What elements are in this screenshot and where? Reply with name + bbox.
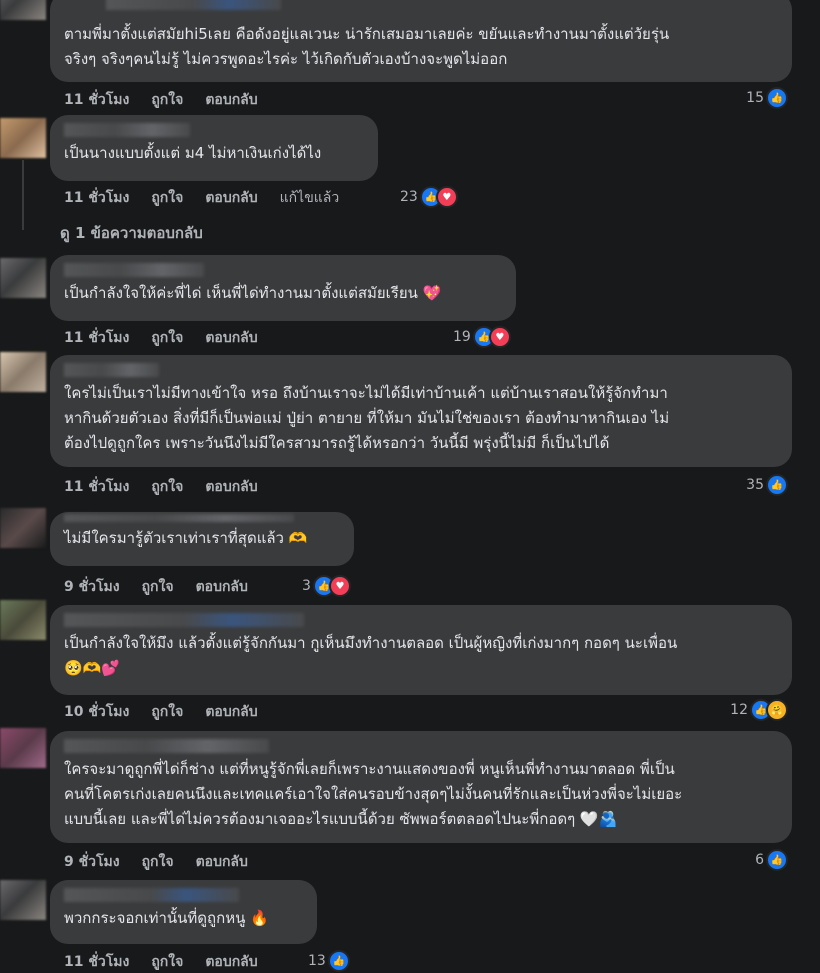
commenter-name-blurred[interactable] [64,888,239,902]
comment-text: เป็นกำลังใจให้ค่ะพี่ได่ เห็นพี่ได่ทำงานม… [64,284,442,302]
reply-button[interactable]: ตอบกลับ [205,951,257,973]
reaction-count[interactable]: 23 👍 ♥ [400,186,458,208]
comment-text: พวกกระจอกเท่านั้นที่ดูถูกหนู 🔥 [64,909,269,927]
reaction-count[interactable]: 6 👍 [755,849,788,871]
reaction-number: 13 [308,953,326,969]
reply-button[interactable]: ตอบกลับ [196,851,248,873]
comment-actions: 11 ชั่วโมง ถูกใจ ตอบกลับ [64,951,258,973]
comment-bubble: พวกกระจอกเท่านั้นที่ดูถูกหนู 🔥 [50,880,317,944]
reply-button[interactable]: ตอบกลับ [196,576,248,598]
comment-bubble: เป็นกำลังใจให้มึง แล้วตั้งแต่รู้จักกันมา… [50,605,792,695]
comment-time[interactable]: 11 ชั่วโมง [64,327,129,349]
reaction-number: 12 [730,702,748,718]
reaction-number: 35 [746,477,764,493]
love-reaction-icon: ♥ [435,186,458,208]
avatar[interactable] [0,508,46,548]
reaction-count[interactable]: 3 👍 ♥ [302,575,351,597]
comment-text: เป็นกำลังใจให้มึง แล้วตั้งแต่รู้จักกันมา… [64,634,678,677]
avatar[interactable] [0,352,46,392]
reply-button[interactable]: ตอบกลับ [205,89,257,111]
comment-bubble: เป็นกำลังใจให้ค่ะพี่ได่ เห็นพี่ได่ทำงานม… [50,255,516,321]
reaction-number: 3 [302,578,311,594]
comment-bubble: ตามพี่มาตั้งแต่สมัยhi5เลย คือดังอยู่แลเว… [50,0,792,82]
comment-time[interactable]: 9 ชั่วโมง [64,851,120,873]
like-button[interactable]: ถูกใจ [151,89,183,111]
comment-time[interactable]: 11 ชั่วโมง [64,476,129,498]
comment-text: ตามพี่มาตั้งแต่สมัยhi5เลย คือดังอยู่แลเว… [64,25,670,68]
commenter-name-blurred[interactable] [64,739,269,753]
commenter-name-blurred[interactable] [64,514,294,522]
comment-actions: 11 ชั่วโมง ถูกใจ ตอบกลับ [64,89,258,111]
like-button[interactable]: ถูกใจ [151,187,183,209]
like-button[interactable]: ถูกใจ [151,476,183,498]
comment-text: ใครไม่เป็นเราไม่มีทางเข้าใจ หรอ ถึงบ้านเ… [64,384,670,452]
commenter-name-blurred[interactable] [106,0,281,10]
avatar[interactable] [0,880,46,920]
reaction-count[interactable]: 35 👍 [746,474,788,496]
reaction-count[interactable]: 13 👍 [308,950,350,972]
avatar[interactable] [0,258,46,298]
comment-time[interactable]: 10 ชั่วโมง [64,701,129,723]
comment-bubble: ไม่มีใครมารู้ตัวเราเท่าเราที่สุดแล้ว 🫶 [50,512,354,566]
edited-label: แก้ไขแล้ว [279,190,340,206]
comment-text: เป็นนางแบบตั้งแต่ ม4 ไม่หาเงินเก่งได้ไง [64,144,322,162]
comment-actions: 10 ชั่วโมง ถูกใจ ตอบกลับ [64,701,258,723]
like-button[interactable]: ถูกใจ [142,851,174,873]
thread-line [22,160,24,230]
like-reaction-icon: 👍 [766,849,788,871]
reply-button[interactable]: ตอบกลับ [205,476,257,498]
like-button[interactable]: ถูกใจ [151,951,183,973]
commenter-name-blurred[interactable] [64,263,204,277]
reaction-number: 6 [755,852,764,868]
reaction-count[interactable]: 19 👍 ♥ [453,326,511,348]
like-button[interactable]: ถูกใจ [151,327,183,349]
avatar[interactable] [0,600,46,640]
reaction-number: 19 [453,329,471,345]
reaction-number: 23 [400,189,418,205]
reply-button[interactable]: ตอบกลับ [205,187,257,209]
comment-text: ใครจะมาดูถูกพี่ได่ก็ช่าง แต่ที่หนูรู้จัก… [64,760,683,828]
comment-time[interactable]: 11 ชั่วโมง [64,951,129,973]
reply-button[interactable]: ตอบกลับ [205,327,257,349]
like-reaction-icon: 👍 [766,474,788,496]
reaction-number: 15 [746,90,764,106]
commenter-name-blurred[interactable] [64,123,190,137]
comment-time[interactable]: 9 ชั่วโมง [64,576,120,598]
like-reaction-icon: 👍 [327,950,350,972]
reaction-count[interactable]: 15 👍 [746,87,788,109]
comment-actions: 11 ชั่วโมง ถูกใจ ตอบกลับ แก้ไขแล้ว [64,187,339,209]
reaction-count[interactable]: 12 👍 🤗 [730,699,788,721]
love-reaction-icon: ♥ [488,326,511,348]
comment-actions: 11 ชั่วโมง ถูกใจ ตอบกลับ [64,476,258,498]
comment-bubble: เป็นนางแบบตั้งแต่ ม4 ไม่หาเงินเก่งได้ไง [50,115,378,181]
like-reaction-icon: 👍 [766,87,788,109]
comment-time[interactable]: 11 ชั่วโมง [64,89,129,111]
comment-bubble: ใครจะมาดูถูกพี่ได่ก็ช่าง แต่ที่หนูรู้จัก… [50,731,792,843]
avatar[interactable] [0,728,46,768]
care-reaction-icon: 🤗 [766,699,788,721]
comment-actions: 11 ชั่วโมง ถูกใจ ตอบกลับ [64,327,258,349]
commenter-name-blurred[interactable] [64,363,159,377]
like-button[interactable]: ถูกใจ [142,576,174,598]
reply-button[interactable]: ตอบกลับ [205,701,257,723]
view-replies-link[interactable]: ดู 1 ข้อความตอบกลับ [60,221,203,245]
comment-text: ไม่มีใครมารู้ตัวเราเท่าเราที่สุดแล้ว 🫶 [64,529,308,547]
comment-time[interactable]: 11 ชั่วโมง [64,187,129,209]
commenter-name-blurred[interactable] [64,613,304,627]
love-reaction-icon: ♥ [328,575,351,597]
comment-actions: 9 ชั่วโมง ถูกใจ ตอบกลับ [64,851,248,873]
like-button[interactable]: ถูกใจ [151,701,183,723]
comment-bubble: ใครไม่เป็นเราไม่มีทางเข้าใจ หรอ ถึงบ้านเ… [50,355,792,467]
comment-actions: 9 ชั่วโมง ถูกใจ ตอบกลับ [64,576,248,598]
avatar[interactable] [0,118,46,158]
avatar[interactable] [0,0,46,20]
